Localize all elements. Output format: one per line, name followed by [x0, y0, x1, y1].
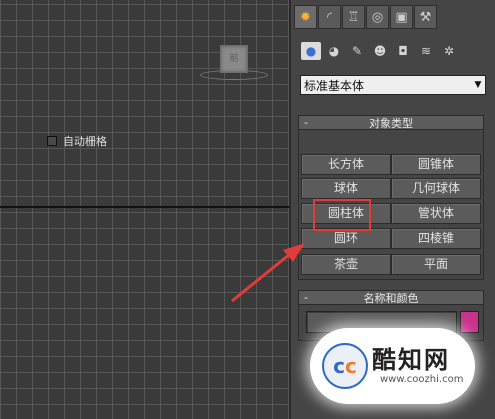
- watermark-badge: cc 酷知网 www.coozhi.com: [310, 328, 475, 404]
- watermark-url: www.coozhi.com: [380, 374, 464, 385]
- coozhi-logo-icon: cc: [322, 343, 368, 389]
- arrow-shaft: [231, 252, 291, 303]
- arrow-head: [283, 243, 305, 262]
- watermark-name: 酷知网: [372, 346, 450, 374]
